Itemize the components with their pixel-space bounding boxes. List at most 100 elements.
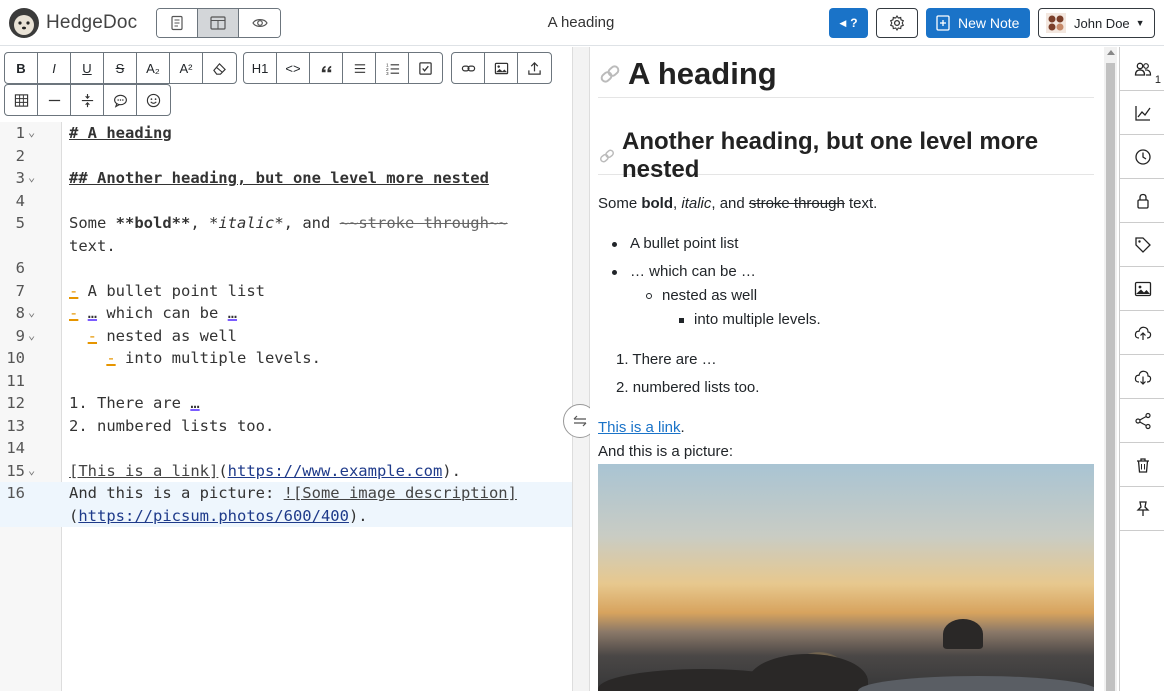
cloud-download-icon bbox=[1134, 370, 1151, 385]
eraser-icon bbox=[213, 62, 226, 75]
sidebar-pin[interactable] bbox=[1120, 487, 1164, 531]
italic-button[interactable]: I bbox=[38, 53, 71, 83]
toolbar-format-group: B I U S A₂ A² bbox=[4, 52, 237, 84]
wave-shape bbox=[858, 676, 1094, 691]
avatar bbox=[1046, 13, 1066, 33]
line-content: [This is a link](https://www.example.com… bbox=[69, 461, 461, 480]
rock-shape bbox=[748, 654, 868, 691]
quote-button[interactable] bbox=[310, 53, 343, 83]
upload-button[interactable] bbox=[518, 53, 551, 83]
help-button[interactable]: ◀ ? bbox=[829, 8, 868, 38]
hedgehog-logo-icon bbox=[9, 8, 39, 38]
bold-button[interactable]: B bbox=[5, 53, 38, 83]
sidebar-import[interactable] bbox=[1120, 311, 1164, 355]
note-title: A heading bbox=[547, 14, 615, 31]
fold-chevron-icon[interactable]: ⌄ bbox=[28, 459, 35, 482]
sidebar-share[interactable] bbox=[1120, 399, 1164, 443]
comment-button[interactable] bbox=[104, 85, 137, 115]
fold-chevron-icon[interactable]: ⌄ bbox=[28, 301, 35, 324]
comment-icon bbox=[113, 94, 127, 108]
new-note-button[interactable]: New Note bbox=[926, 8, 1030, 38]
heading-button[interactable]: H1 bbox=[244, 53, 277, 83]
sunset-beach-picture bbox=[598, 464, 1094, 691]
bullet-dot bbox=[612, 242, 617, 247]
image-icon bbox=[1134, 281, 1151, 296]
line-content: - nested as well bbox=[87, 326, 237, 345]
fold-chevron-icon[interactable]: ⌄ bbox=[28, 166, 35, 189]
collapsible-button[interactable] bbox=[71, 85, 104, 115]
superscript-button[interactable]: A² bbox=[170, 53, 203, 83]
line-number: 8 bbox=[15, 304, 25, 322]
italic-label: I bbox=[52, 60, 56, 76]
ordered-list-button[interactable]: 123 bbox=[376, 53, 409, 83]
view-preview-button[interactable] bbox=[239, 9, 280, 37]
line-content: And this is a picture: ![Some image desc… bbox=[69, 484, 517, 502]
markdown-editor[interactable]: 1 ⌄ # A heading 2 3 ⌄ ## Another heading, … bbox=[0, 122, 572, 691]
svg-text:3: 3 bbox=[385, 71, 388, 76]
heading-label: H1 bbox=[251, 60, 269, 76]
subscript-button[interactable]: A₂ bbox=[137, 53, 170, 83]
example-link[interactable]: This is a link bbox=[598, 419, 681, 436]
checklist-button[interactable] bbox=[409, 53, 442, 83]
line-content: 1. There are … bbox=[69, 394, 200, 412]
split-divider[interactable] bbox=[572, 47, 590, 691]
toolbar-block-group: H1 <> 123 bbox=[243, 52, 443, 84]
sidebar-permissions[interactable] bbox=[1120, 179, 1164, 223]
brand[interactable]: HedgeDoc bbox=[8, 7, 137, 39]
view-split-button[interactable] bbox=[198, 9, 239, 37]
fold-chevron-icon[interactable]: ⌄ bbox=[28, 324, 35, 347]
strikethrough-button[interactable]: S bbox=[104, 53, 137, 83]
code-label: <> bbox=[285, 60, 301, 76]
eraser-button[interactable] bbox=[203, 53, 236, 83]
image-button[interactable] bbox=[485, 53, 518, 83]
scroll-up-arrow-icon[interactable] bbox=[1107, 50, 1115, 55]
markdown-preview: A heading Another heading, but one level… bbox=[590, 47, 1104, 691]
line-number: 11 bbox=[6, 371, 25, 390]
strike-label: S bbox=[115, 60, 125, 76]
link-anchor-icon[interactable] bbox=[598, 62, 622, 86]
line-content: text. bbox=[69, 236, 116, 255]
toolbar-extra-group bbox=[4, 84, 171, 116]
chevron-left-icon: ◀ bbox=[839, 17, 847, 28]
emoji-icon bbox=[146, 93, 161, 107]
heading-text: A heading bbox=[628, 56, 777, 91]
bold-label: B bbox=[16, 60, 26, 76]
underline-button[interactable]: U bbox=[71, 53, 104, 83]
horizontal-rule-button[interactable] bbox=[38, 85, 71, 115]
trash-icon bbox=[1136, 457, 1149, 473]
share-icon bbox=[1134, 412, 1151, 429]
view-mode-group bbox=[156, 8, 281, 38]
emoji-button[interactable] bbox=[137, 85, 170, 115]
editor-line-active[interactable]: 16 And this is a picture: ![Some image d… bbox=[0, 482, 572, 527]
tag-icon bbox=[1134, 236, 1151, 253]
ordered-list-item: 1. There are … bbox=[616, 351, 717, 368]
code-button[interactable]: <> bbox=[277, 53, 310, 83]
new-note-label: New Note bbox=[958, 15, 1020, 31]
settings-button[interactable] bbox=[876, 8, 918, 38]
line-number: 7 bbox=[15, 281, 25, 300]
table-button[interactable] bbox=[5, 85, 38, 115]
line-number: 12 bbox=[6, 394, 25, 412]
quote-icon bbox=[321, 65, 331, 72]
sidebar-statistics[interactable] bbox=[1120, 91, 1164, 135]
sidebar-revisions[interactable] bbox=[1120, 135, 1164, 179]
sidebar-online-users[interactable]: 1 bbox=[1120, 47, 1164, 91]
sidebar-media[interactable] bbox=[1120, 267, 1164, 311]
line-number: 13 bbox=[6, 416, 25, 435]
line-content-wrap: (https://picsum.photos/600/400). bbox=[69, 506, 368, 525]
fold-chevron-icon[interactable]: ⌄ bbox=[28, 121, 35, 144]
caret-down-icon: ▼ bbox=[1135, 18, 1145, 28]
link-button[interactable] bbox=[452, 53, 485, 83]
link-anchor-icon[interactable] bbox=[598, 147, 616, 165]
user-name: John Doe bbox=[1074, 15, 1130, 31]
bullet-dot bbox=[612, 270, 617, 275]
view-editor-button[interactable] bbox=[157, 9, 198, 37]
user-menu-button[interactable]: John Doe ▼ bbox=[1038, 8, 1155, 38]
sidebar-export[interactable] bbox=[1120, 355, 1164, 399]
subscript-label: A₂ bbox=[146, 60, 160, 76]
sidebar-delete[interactable] bbox=[1120, 443, 1164, 487]
bullet-list-button[interactable] bbox=[343, 53, 376, 83]
ordered-list-icon: 123 bbox=[385, 62, 399, 76]
sidebar-aliases[interactable] bbox=[1120, 223, 1164, 267]
preview-scroll-thumb[interactable] bbox=[1106, 63, 1115, 691]
